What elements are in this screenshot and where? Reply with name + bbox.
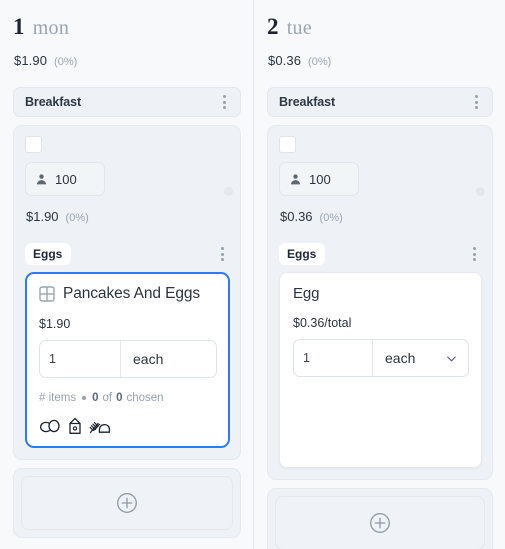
quantity-input[interactable]: 1 bbox=[40, 341, 121, 377]
meal-body: 100 $1.90 (0%) Eggs Pancakes And Eggs $1… bbox=[13, 125, 241, 460]
chevron-down-icon bbox=[445, 352, 458, 365]
servings-field[interactable]: 100 bbox=[25, 162, 105, 196]
quantity-unit-group: 1 each bbox=[39, 340, 217, 378]
person-icon bbox=[35, 173, 48, 186]
meal-total-percent: (0%) bbox=[319, 212, 343, 224]
kebab-menu-icon[interactable] bbox=[215, 245, 229, 263]
person-icon bbox=[289, 173, 302, 186]
meal-header-breakfast[interactable]: Breakfast bbox=[267, 87, 493, 117]
day-total-row: $0.36 (0%) bbox=[267, 53, 493, 68]
kebab-menu-icon[interactable] bbox=[469, 93, 483, 111]
meal-total-percent: (0%) bbox=[65, 212, 89, 224]
section-tag-row: Eggs bbox=[25, 243, 230, 265]
ingredient-title-row: Egg bbox=[293, 285, 469, 302]
meal-total-price: $0.36 bbox=[280, 209, 313, 224]
milk-carton-icon[interactable] bbox=[68, 417, 82, 435]
day-number: 2 bbox=[267, 14, 279, 39]
allergen-icon-row bbox=[39, 417, 217, 435]
meal-body: 100 $0.36 (0%) Eggs Egg $0.36/total 1 ea… bbox=[267, 125, 493, 480]
meal-total-price: $1.90 bbox=[26, 209, 59, 224]
day-header-1: 1 mon bbox=[13, 12, 241, 40]
ingredient-card[interactable]: Egg $0.36/total 1 each bbox=[279, 272, 482, 468]
recipe-title-row: Pancakes And Eggs bbox=[39, 285, 217, 303]
add-item-panel bbox=[267, 488, 493, 549]
meal-header-breakfast[interactable]: Breakfast bbox=[13, 87, 241, 117]
panel-resize-dot[interactable] bbox=[476, 187, 485, 196]
day-total-row: $1.90 (0%) bbox=[13, 53, 241, 68]
day-column-1: 1 mon $1.90 (0%) Breakfast 100 $1.90 (0%… bbox=[0, 0, 253, 549]
meta-of-label: of bbox=[102, 392, 113, 404]
meta-chosen-label: chosen bbox=[126, 392, 164, 404]
bullet-separator-icon bbox=[82, 396, 87, 400]
meal-select-checkbox[interactable] bbox=[25, 136, 42, 153]
panel-resize-dot[interactable] bbox=[224, 187, 233, 196]
quantity-unit-group: 1 each bbox=[293, 339, 469, 377]
day-total-price: $1.90 bbox=[14, 53, 48, 68]
servings-value: 100 bbox=[55, 171, 77, 187]
section-tag[interactable]: Eggs bbox=[279, 243, 326, 265]
eggs-icon[interactable] bbox=[39, 419, 61, 434]
day-name: tue bbox=[286, 17, 313, 39]
meal-title: Breakfast bbox=[279, 95, 336, 109]
kebab-menu-icon[interactable] bbox=[217, 93, 231, 111]
add-item-panel bbox=[13, 468, 241, 538]
meal-total-row: $0.36 (0%) bbox=[279, 209, 482, 224]
unit-select[interactable]: each bbox=[373, 340, 468, 376]
day-total-price: $0.36 bbox=[268, 53, 302, 68]
add-item-button[interactable] bbox=[21, 476, 233, 530]
day-name: mon bbox=[32, 17, 70, 39]
servings-value: 100 bbox=[309, 171, 331, 187]
recipe-title: Pancakes And Eggs bbox=[63, 285, 201, 302]
day-column-2: 2 tue $0.36 (0%) Breakfast 100 $0.36 (0%… bbox=[253, 0, 505, 549]
recipe-card[interactable]: Pancakes And Eggs $1.90 1 each # items 0… bbox=[25, 272, 230, 448]
kebab-menu-icon[interactable] bbox=[467, 245, 481, 263]
meal-title: Breakfast bbox=[25, 95, 82, 109]
day-header-2: 2 tue bbox=[267, 12, 493, 40]
plus-circle-icon bbox=[116, 492, 138, 514]
grid-icon bbox=[39, 286, 55, 302]
day-total-percent: (0%) bbox=[308, 56, 332, 68]
unit-value: each bbox=[385, 350, 416, 366]
ingredient-title: Egg bbox=[293, 285, 320, 302]
ingredient-price: $0.36/total bbox=[293, 316, 352, 330]
gluten-wheat-icon[interactable] bbox=[89, 417, 111, 435]
servings-field[interactable]: 100 bbox=[279, 162, 359, 196]
day-board: 1 mon $1.90 (0%) Breakfast 100 $1.90 (0%… bbox=[0, 0, 505, 549]
meal-total-row: $1.90 (0%) bbox=[25, 209, 230, 224]
section-tag-row: Eggs bbox=[279, 243, 482, 265]
day-number: 1 bbox=[13, 14, 25, 39]
meal-select-checkbox[interactable] bbox=[279, 136, 296, 153]
quantity-input[interactable]: 1 bbox=[294, 340, 373, 376]
plus-circle-icon bbox=[369, 512, 391, 534]
add-item-button[interactable] bbox=[275, 496, 485, 549]
unit-select[interactable]: each bbox=[121, 341, 216, 377]
meta-items-label: # items bbox=[39, 392, 77, 404]
day-total-percent: (0%) bbox=[54, 56, 78, 68]
unit-value: each bbox=[133, 351, 164, 367]
recipe-price: $1.90 bbox=[39, 317, 71, 331]
meta-total-count: 0 bbox=[116, 392, 123, 404]
recipe-meta: # items 0 of 0 chosen bbox=[39, 392, 217, 404]
meta-chosen-count: 0 bbox=[92, 392, 99, 404]
section-tag[interactable]: Eggs bbox=[25, 243, 72, 265]
